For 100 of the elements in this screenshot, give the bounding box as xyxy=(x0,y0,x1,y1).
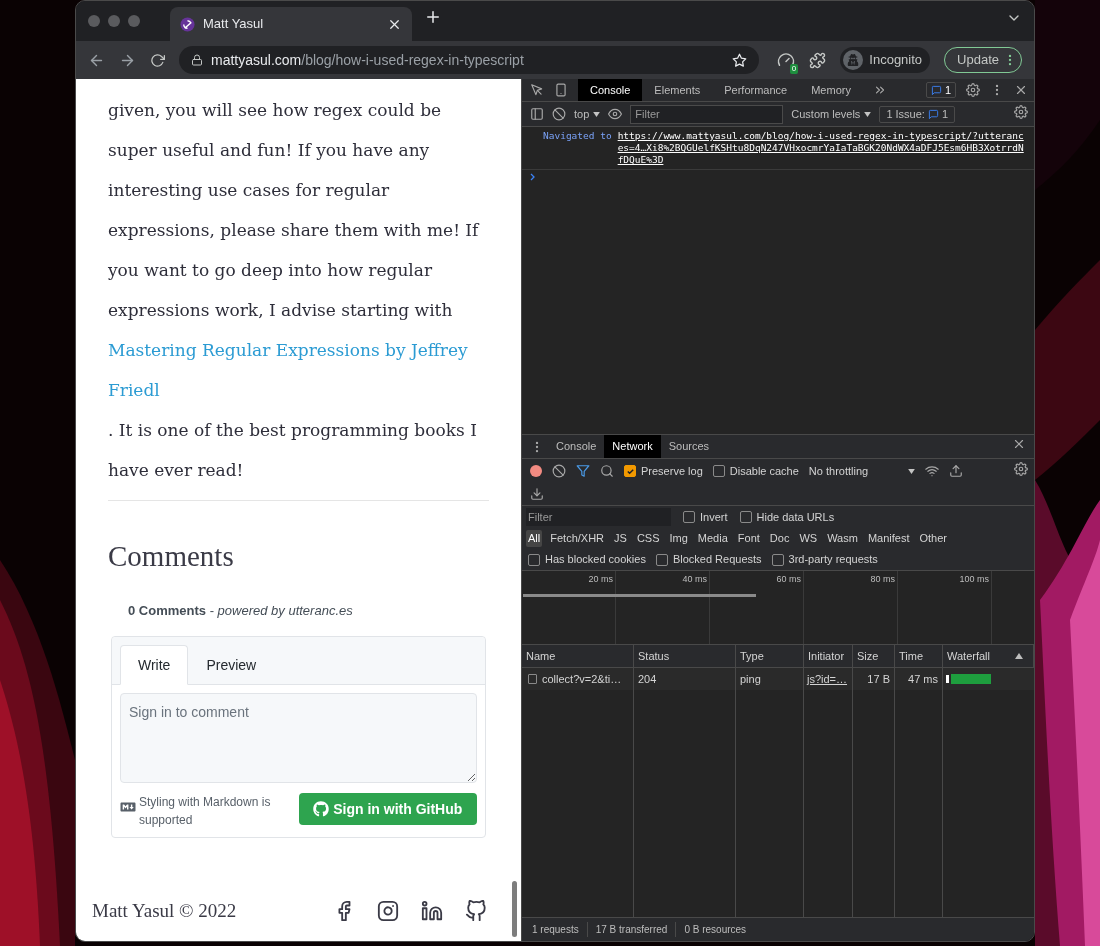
type-filter[interactable]: CSS xyxy=(634,530,662,547)
clear-icon[interactable] xyxy=(552,464,566,478)
devtools-tab[interactable]: Console xyxy=(578,79,643,101)
checkbox-label: Invert xyxy=(700,509,728,525)
drawer-tab[interactable]: Console xyxy=(548,435,605,458)
checkbox-label: Blocked Requests xyxy=(672,552,762,568)
comments-heading: Comments xyxy=(108,539,235,574)
puzzle-icon[interactable] xyxy=(809,51,827,69)
settings-icon[interactable] xyxy=(966,83,980,97)
upload-icon[interactable] xyxy=(949,464,964,478)
filter-field[interactable]: Filter xyxy=(630,104,784,124)
timeline-tick: 60 ms xyxy=(776,573,801,586)
issues-button[interactable]: 1 Issue: 1 xyxy=(879,105,956,123)
timeline-tick: 80 ms xyxy=(870,573,895,586)
devtools-tab[interactable]: Performance xyxy=(712,79,800,101)
table-cell-text: 17 B xyxy=(867,671,890,687)
column-header[interactable]: Time xyxy=(895,645,943,668)
scrollbar-thumb[interactable] xyxy=(512,881,517,937)
reload-icon[interactable] xyxy=(150,52,165,68)
editor-tab[interactable]: Preview xyxy=(188,645,275,685)
record-icon[interactable] xyxy=(530,465,542,477)
levels-select[interactable]: Custom levels xyxy=(791,105,872,123)
devtools-tab[interactable]: Elements xyxy=(642,79,713,101)
extension-badge: 0 xyxy=(789,64,799,74)
download-icon[interactable] xyxy=(530,487,544,501)
search-icon[interactable] xyxy=(600,464,614,478)
type-filter[interactable]: All xyxy=(526,530,543,547)
checkbox[interactable] xyxy=(655,553,668,566)
window-minimize-control[interactable] xyxy=(108,15,120,27)
column-header[interactable]: Status xyxy=(634,645,736,668)
instagram-icon[interactable] xyxy=(377,899,399,922)
type-filter[interactable]: Media xyxy=(695,530,730,547)
checkbox-label: Has blocked cookies xyxy=(545,552,646,568)
context-select[interactable]: top xyxy=(574,105,601,123)
table-cell-text: 204 xyxy=(638,671,657,687)
markdown-note: Styling with Markdown is supported xyxy=(139,794,272,829)
bookmark-star-icon[interactable] xyxy=(732,52,748,68)
message-icon xyxy=(930,84,942,96)
log-url[interactable]: https://www.mattyasul.com/blog/how-i-used-regex-in-typescript/?utterances=4…Xi8%2BQGUelfKSHtu8DqN247VHxocmrYaIaTaBGK20NdWX4aDFJ5Esm6HB3XotrrdNfDQuE%3D xyxy=(617,130,1028,166)
checkbox-label: 3rd-party requests xyxy=(788,552,878,568)
drawer-tab[interactable]: Sources xyxy=(660,435,718,458)
settings-icon[interactable] xyxy=(1014,461,1028,476)
table-cell-text: 47 ms xyxy=(908,671,938,687)
devtools-tab[interactable]: Memory xyxy=(799,79,863,101)
checkbox[interactable] xyxy=(624,465,636,477)
lock-icon xyxy=(191,54,203,66)
inspect-icon[interactable] xyxy=(530,83,544,97)
window-zoom-control[interactable] xyxy=(128,15,140,27)
timeline-tick: 20 ms xyxy=(588,573,613,586)
sidebar-icon[interactable] xyxy=(530,107,544,121)
window-close-control[interactable] xyxy=(88,15,100,27)
column-header[interactable]: Type xyxy=(736,645,804,668)
type-filter[interactable]: Img xyxy=(667,530,690,547)
clear-icon[interactable] xyxy=(552,107,566,121)
site-logo-icon xyxy=(180,16,195,32)
settings-icon[interactable] xyxy=(1014,104,1028,119)
type-filter[interactable]: JS xyxy=(612,530,629,547)
caret-icon xyxy=(864,111,872,117)
column-header[interactable]: Size xyxy=(853,645,895,668)
type-filter[interactable]: Wasm xyxy=(825,530,860,547)
throttling-select[interactable]: No throttling xyxy=(808,462,916,480)
browser-tab[interactable]: Matt Yasul xyxy=(170,7,412,41)
checkbox-label: Disable cache xyxy=(729,463,799,479)
new-tab-icon[interactable] xyxy=(424,8,442,26)
type-filter[interactable]: Other xyxy=(917,530,949,547)
status-text: 0 B resources xyxy=(675,922,747,937)
checkbox[interactable] xyxy=(712,465,725,477)
eye-icon[interactable] xyxy=(608,107,623,121)
device-icon[interactable] xyxy=(554,83,568,97)
type-filter[interactable]: Font xyxy=(735,530,762,547)
linkedin-icon[interactable] xyxy=(421,899,443,922)
checkbox[interactable] xyxy=(771,553,784,566)
type-filter[interactable]: Fetch/XHR xyxy=(548,530,607,547)
github-icon[interactable] xyxy=(465,899,487,922)
column-header[interactable]: Waterfall xyxy=(943,645,1034,668)
status-text: 17 B transferred xyxy=(586,922,668,937)
markdown-icon xyxy=(120,801,136,813)
column-header[interactable]: Name xyxy=(522,645,634,668)
filter-field[interactable]: Filter xyxy=(526,508,671,526)
type-filter[interactable]: WS xyxy=(797,530,820,547)
caret-icon xyxy=(908,468,916,474)
message-icon xyxy=(927,108,939,120)
profile-chip[interactable]: Incognito xyxy=(840,47,931,73)
incognito-icon xyxy=(843,50,864,70)
messages-badge[interactable]: 1 xyxy=(925,82,956,98)
close-icon[interactable] xyxy=(1014,83,1028,97)
checkbox[interactable] xyxy=(528,553,540,566)
article-paragraph: given, you will see how regex could be super useful and fun! If you have any interesting use cases for regular expressions, please share them with me! If you want to go deep into how regular expressions work, I advise starting with xyxy=(108,99,481,322)
filter-icon[interactable] xyxy=(576,464,590,478)
checkbox[interactable] xyxy=(683,511,695,523)
editor-tab[interactable]: Write xyxy=(120,645,189,685)
column-header[interactable]: Initiator xyxy=(804,645,853,668)
drawer-tab[interactable]: Network xyxy=(604,435,661,458)
gauge-icon[interactable] xyxy=(777,51,796,69)
address-bar[interactable]: mattyasul.com/blog/how-i-used-regex-in-typescript xyxy=(179,46,760,74)
type-filter[interactable]: Manifest xyxy=(865,530,912,547)
type-filter[interactable]: Doc xyxy=(767,530,792,547)
checkbox[interactable] xyxy=(739,511,752,523)
checkbox-label: Hide data URLs xyxy=(756,509,835,525)
wifi-settings-icon[interactable] xyxy=(925,464,940,478)
